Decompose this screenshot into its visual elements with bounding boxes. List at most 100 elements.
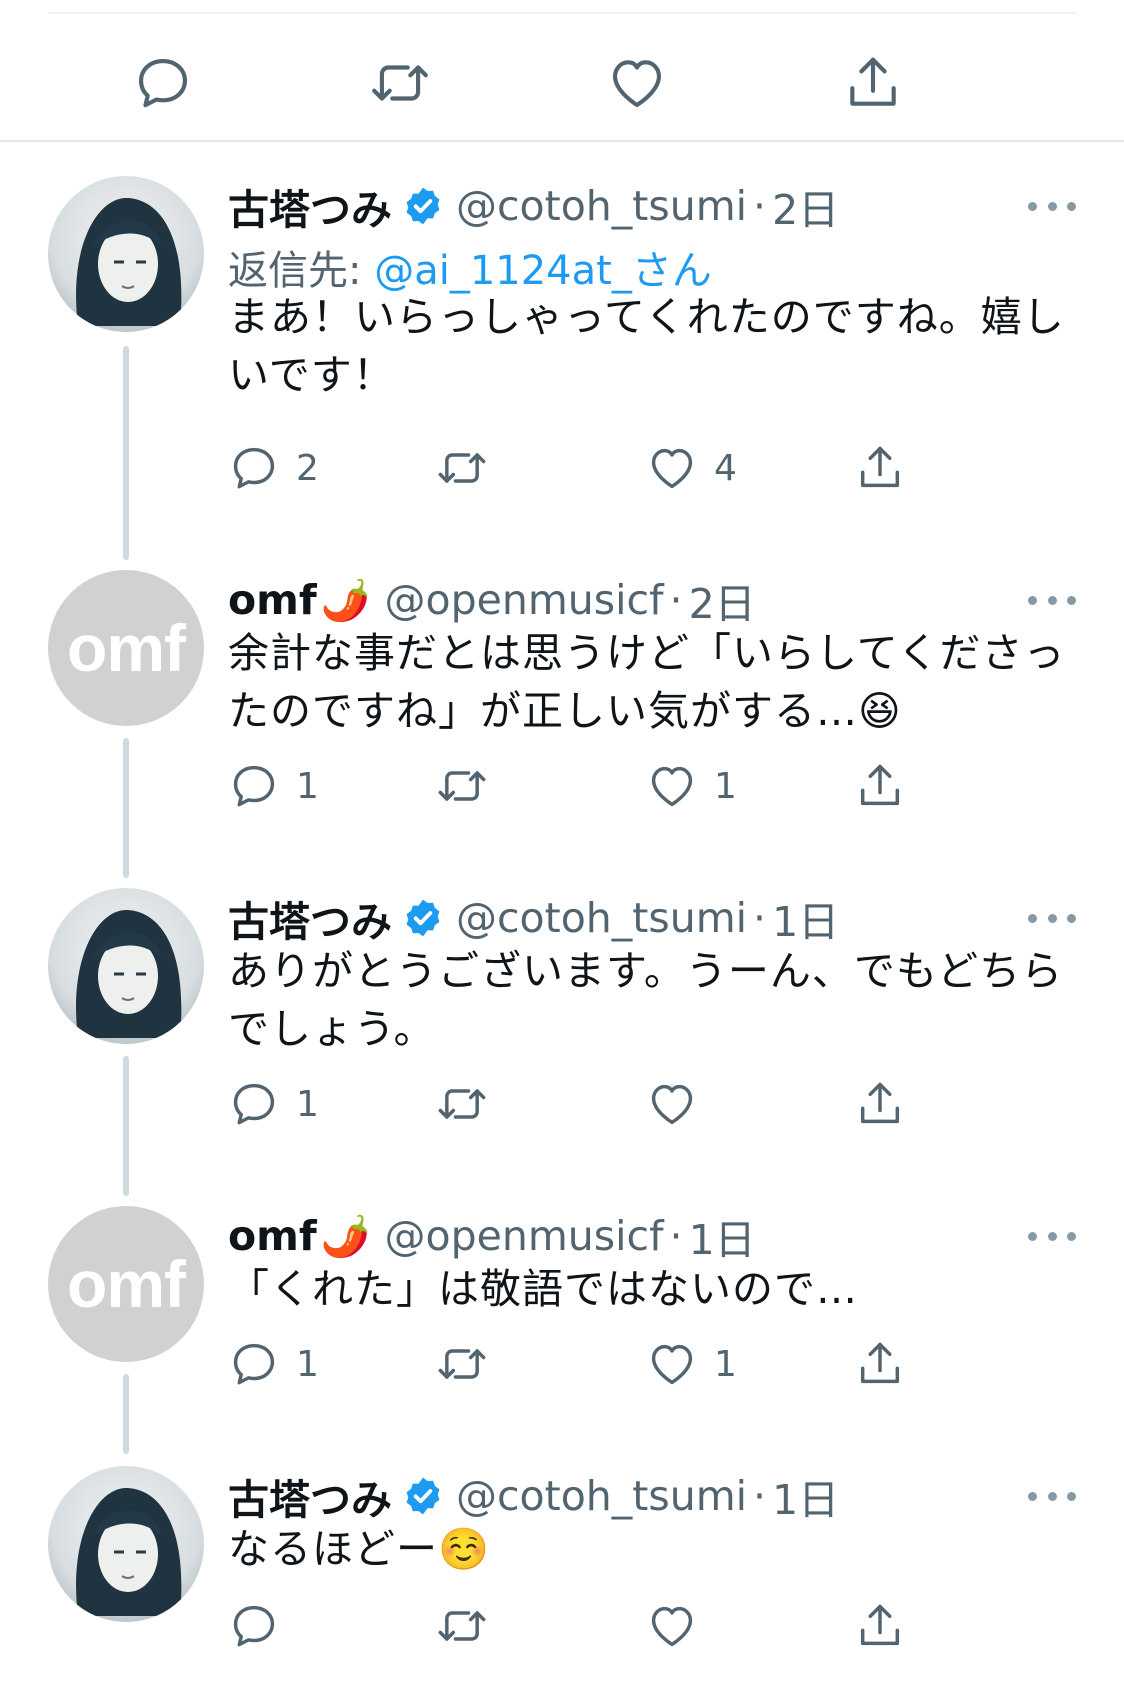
share-button[interactable] [854,1334,906,1394]
reply-icon [228,760,280,812]
retweet-icon [436,1078,488,1130]
reply-count: 1 [296,1343,319,1385]
reply-button[interactable] [228,1596,296,1656]
tweet-actions: 1 1 [228,756,988,816]
top-divider [48,12,1076,14]
tweet-text: 余計な事だとは思うけど「いらしてくださっ たのですね」が正しい気がする…😆 [228,624,1078,740]
like-button[interactable] [646,1074,714,1134]
thread-line [123,738,129,878]
more-options-button[interactable] [1028,1476,1076,1516]
retweet-button[interactable] [436,756,504,816]
reply-icon [228,1600,280,1652]
retweet-button[interactable] [436,438,504,498]
handle[interactable]: @openmusicf [385,1212,664,1260]
tweet-text-line: いです！ [228,351,395,399]
retweet-icon [436,1338,488,1390]
tweet-text-line: まあ！いらっしゃってくれたのですね。嬉し [228,293,1065,341]
timestamp[interactable]: 2日 [689,570,756,630]
handle[interactable]: @cotoh_tsumi [456,182,747,230]
reply-button[interactable]: 1 [228,1074,319,1134]
reply-icon [132,52,194,114]
more-options-button[interactable] [1028,186,1076,226]
display-name[interactable]: 古塔つみ [228,888,392,948]
reply-icon [228,442,280,494]
like-button[interactable] [646,1596,714,1656]
handle[interactable]: @openmusicf [385,576,664,624]
tweet-text-line: でしょう。 [228,1005,436,1053]
reply-icon [228,1078,280,1130]
reply-button[interactable] [128,48,198,118]
share-icon [854,442,906,494]
like-count: 4 [714,447,737,489]
avatar-label: omf [67,611,186,685]
avatar[interactable] [48,1466,204,1622]
handle[interactable]: @cotoh_tsumi [456,1472,747,1520]
like-button[interactable]: 4 [646,438,737,498]
display-name[interactable]: omf [228,1212,317,1260]
tweet-text-line: たのですね」が正しい気がする…😆 [228,687,902,735]
separator: · [753,894,767,942]
like-button[interactable]: 1 [646,1334,737,1394]
display-name[interactable]: 古塔つみ [228,176,392,236]
tweet-text-line: なるほどー☺️ [228,1525,491,1573]
timestamp[interactable]: 1日 [772,888,839,948]
share-icon [854,1078,906,1130]
retweet-icon [369,52,431,114]
avatar[interactable]: omf [48,570,204,726]
tweet-actions: 1 1 [228,1334,988,1394]
verified-icon [402,897,444,939]
reply-button[interactable]: 1 [228,1334,319,1394]
thread-line [123,346,129,560]
share-button[interactable] [838,48,908,118]
display-name[interactable]: 古塔つみ [228,1466,392,1526]
reply-button[interactable]: 2 [228,438,319,498]
reply-count: 1 [296,1083,319,1125]
avatar[interactable]: omf [48,1206,204,1362]
reply-icon [228,1338,280,1390]
reply-count: 2 [296,447,319,489]
more-options-button[interactable] [1028,1216,1076,1256]
more-options-button[interactable] [1028,898,1076,938]
like-icon [646,1338,698,1390]
retweet-button[interactable] [436,1334,504,1394]
separator: · [669,1212,683,1260]
verified-icon [402,185,444,227]
timestamp[interactable]: 2日 [772,176,839,236]
share-button[interactable] [854,1074,906,1134]
reply-button[interactable]: 1 [228,756,319,816]
share-button[interactable] [854,1596,906,1656]
like-icon [646,760,698,812]
tweet-text: 「くれた」は敬語ではないので… [228,1260,1078,1318]
retweet-button[interactable] [436,1596,504,1656]
like-button[interactable] [602,48,672,118]
like-count: 1 [714,1343,737,1385]
handle[interactable]: @cotoh_tsumi [456,894,747,942]
separator: · [669,576,683,624]
retweet-icon [436,1600,488,1652]
more-options-button[interactable] [1028,580,1076,620]
timestamp[interactable]: 1日 [772,1466,839,1526]
reply-count: 1 [296,765,319,807]
share-button[interactable] [854,438,906,498]
separator: · [753,1472,767,1520]
chili-emoji: 🌶️ [320,577,371,624]
share-icon [854,760,906,812]
retweet-button[interactable] [365,48,435,118]
tweet-text: なるほどー☺️ [228,1520,1078,1578]
main-tweet-actions [0,30,1124,130]
share-icon [854,1338,906,1390]
display-name[interactable]: omf [228,576,317,624]
retweet-button[interactable] [436,1074,504,1134]
separator: · [753,182,767,230]
avatar[interactable] [48,176,204,332]
like-button[interactable]: 1 [646,756,737,816]
tweet-actions: 1 [228,1074,988,1134]
tweet-text-line: 「くれた」は敬語ではないので… [228,1265,858,1313]
retweet-icon [436,442,488,494]
avatar[interactable] [48,888,204,1044]
share-button[interactable] [854,756,906,816]
share-icon [842,52,904,114]
tweet-text: まあ！いらっしゃってくれたのですね。嬉し いです！ [228,288,1078,404]
timestamp[interactable]: 1日 [689,1206,756,1266]
avatar-label: omf [67,1247,186,1321]
